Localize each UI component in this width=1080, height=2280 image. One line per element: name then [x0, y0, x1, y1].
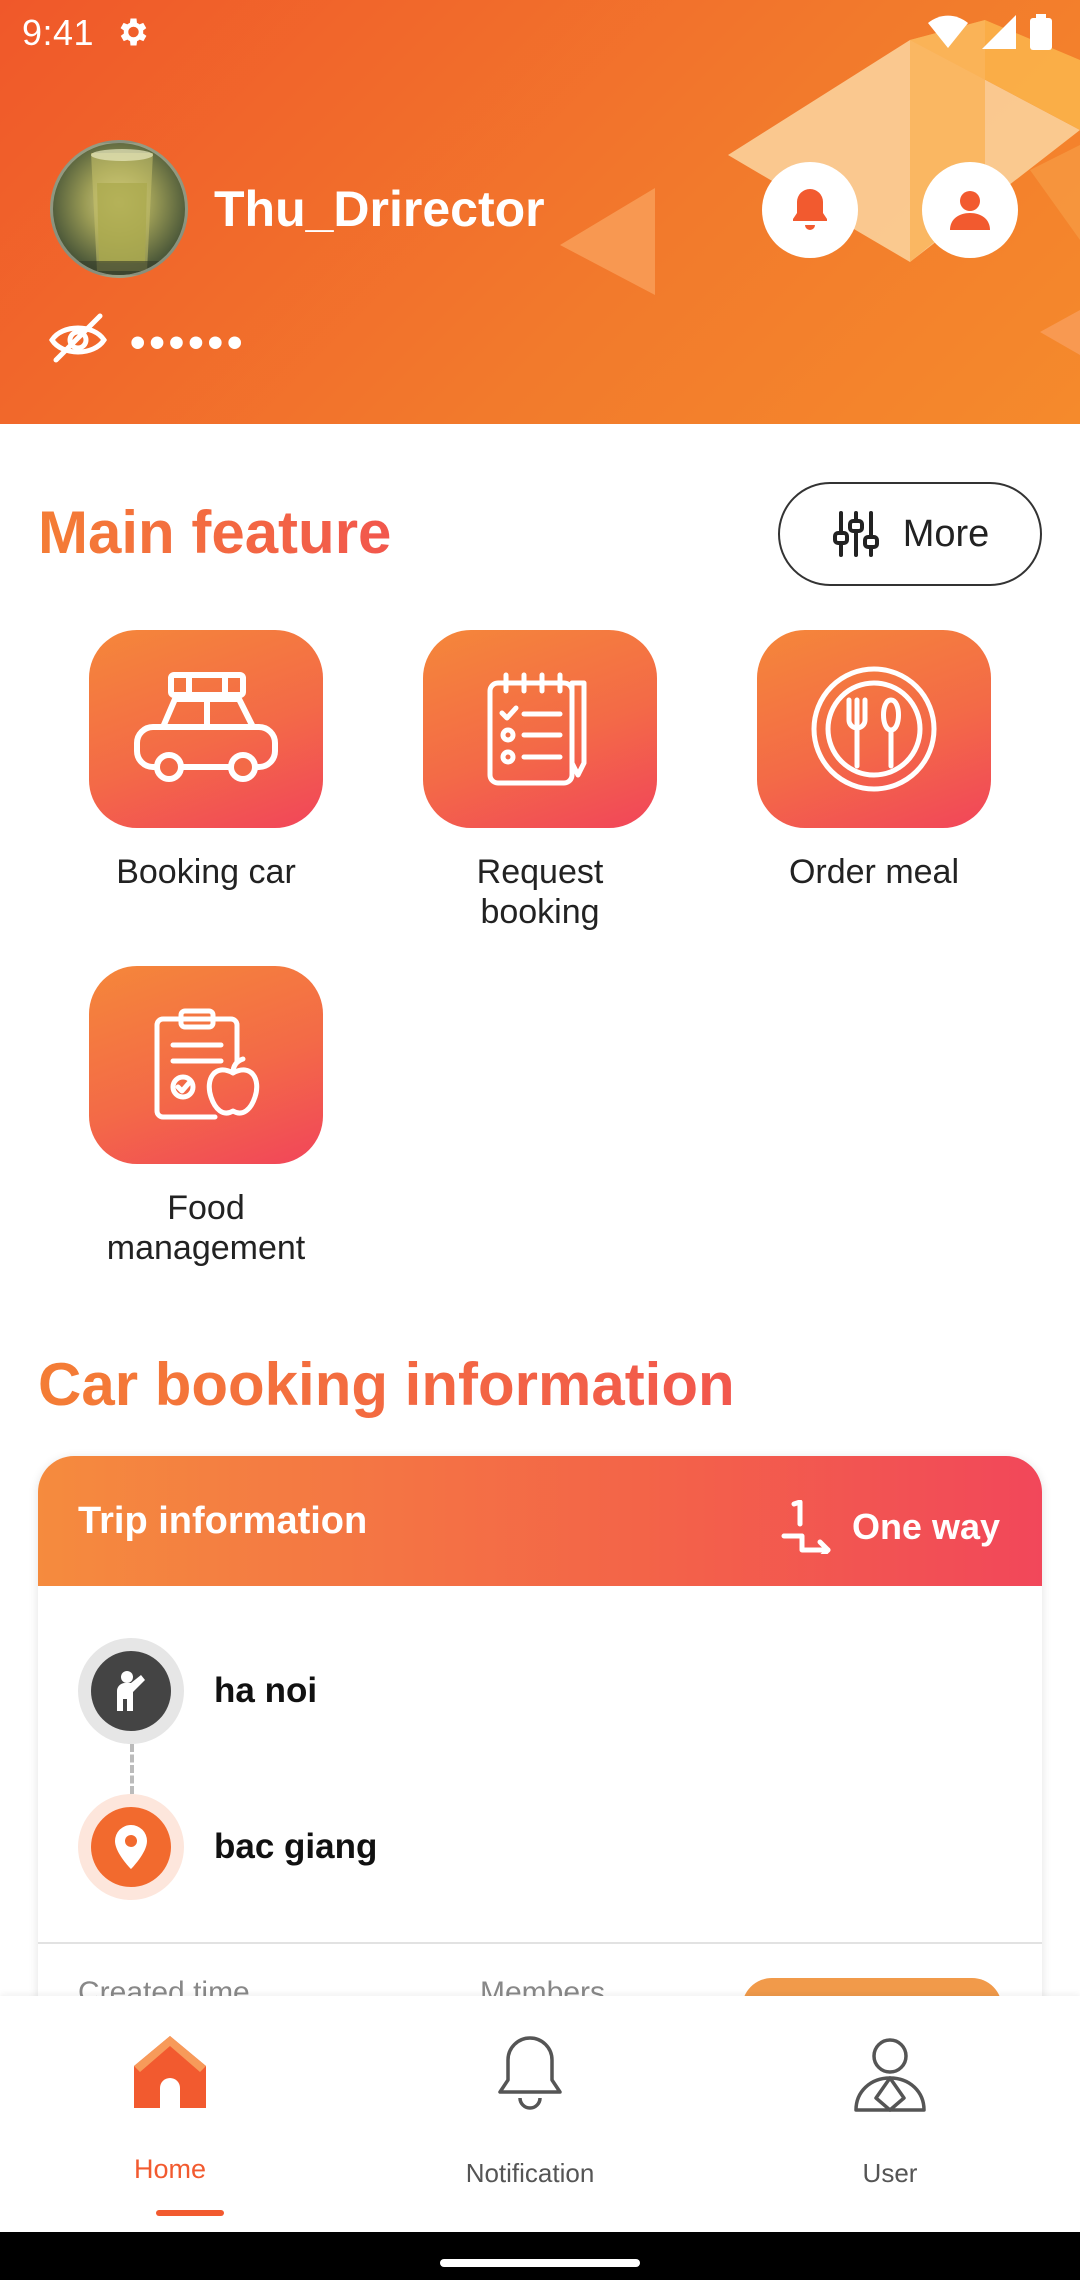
- sliders-icon: [832, 511, 879, 557]
- car-booking-title: Car booking information: [38, 1351, 735, 1418]
- nav-home[interactable]: Home: [20, 1996, 320, 2232]
- nav-active-indicator: [156, 2210, 224, 2216]
- person-waving-icon: [117, 1671, 145, 1711]
- more-button[interactable]: More: [778, 482, 1042, 586]
- location-pin-icon: [115, 1825, 147, 1869]
- trip-card[interactable]: Trip information One way ha noi bac gian…: [38, 1456, 1042, 2056]
- nav-notification[interactable]: Notification: [380, 1996, 680, 2232]
- booking-car-label: Booking car: [116, 853, 296, 891]
- clipboard-apple-icon: [154, 1008, 260, 1120]
- home-gesture-handle[interactable]: [440, 2259, 640, 2267]
- notification-button[interactable]: [762, 162, 858, 258]
- feature-food-management[interactable]: Food management: [88, 966, 324, 1268]
- user-icon: [950, 191, 990, 230]
- plate-cutlery-icon: [811, 666, 937, 792]
- nav-user-label: User: [862, 2158, 918, 2188]
- feature-booking-car[interactable]: Booking car: [88, 630, 324, 892]
- bell-icon: [498, 2036, 562, 2110]
- status-time: 9:41: [22, 12, 95, 53]
- trip-divider: [38, 1942, 1042, 1944]
- settings-gear-icon: [120, 18, 147, 46]
- nav-notification-label: Notification: [465, 2158, 595, 2188]
- one-way-arrow-icon: [781, 1500, 831, 1554]
- wifi-icon: [928, 15, 968, 48]
- feature-order-meal[interactable]: Order meal: [756, 630, 992, 892]
- trip-origin: ha noi: [78, 1638, 317, 1744]
- more-label: More: [902, 512, 990, 555]
- destination-text: bac giang: [214, 1827, 378, 1866]
- car-icon: [134, 672, 278, 782]
- system-navigation-bar: [0, 2232, 1080, 2280]
- booking-car-tile[interactable]: [89, 630, 323, 828]
- trip-type-label: One way: [851, 1506, 1000, 1547]
- destination-marker: [78, 1794, 184, 1900]
- trip-card-header: Trip information One way: [38, 1456, 1042, 1586]
- eye-off-icon[interactable]: [48, 310, 108, 364]
- battery-icon: [1030, 14, 1052, 50]
- profile-header: 9:41 Thu_Drirector ••••••: [0, 0, 1080, 424]
- trip-type: One way: [778, 1500, 1000, 1554]
- home-icon: [134, 2036, 206, 2108]
- request-booking-label: Request booking: [476, 853, 604, 931]
- avatar[interactable]: [50, 140, 188, 278]
- user-name: Thu_Drirector: [214, 181, 545, 237]
- status-bar: 9:41: [0, 0, 1080, 66]
- food-management-tile[interactable]: [89, 966, 323, 1164]
- avatar-photo: [53, 149, 185, 275]
- route-connector: [130, 1744, 134, 1794]
- request-booking-tile[interactable]: [423, 630, 657, 828]
- trip-destination: bac giang: [78, 1794, 377, 1900]
- nav-home-label: Home: [133, 2154, 207, 2184]
- feature-request-booking[interactable]: Request booking: [422, 630, 658, 932]
- order-meal-tile[interactable]: [757, 630, 991, 828]
- trip-title: Trip information: [78, 1500, 368, 1542]
- bottom-navigation: Home Notification User: [0, 1996, 1080, 2232]
- order-meal-label: Order meal: [788, 853, 960, 891]
- clipboard-list-icon: [487, 672, 587, 786]
- signal-icon: [982, 15, 1016, 49]
- bell-icon: [793, 189, 827, 230]
- food-management-label: Food management: [106, 1189, 306, 1267]
- main-feature-title: Main feature: [38, 499, 392, 566]
- user-icon: [854, 2038, 926, 2112]
- origin-marker: [78, 1638, 184, 1744]
- nav-user[interactable]: User: [740, 1996, 1040, 2232]
- profile-button[interactable]: [922, 162, 1018, 258]
- origin-text: ha noi: [214, 1671, 318, 1710]
- masked-balance: ••••••: [130, 318, 247, 367]
- status-icons: [928, 14, 1052, 50]
